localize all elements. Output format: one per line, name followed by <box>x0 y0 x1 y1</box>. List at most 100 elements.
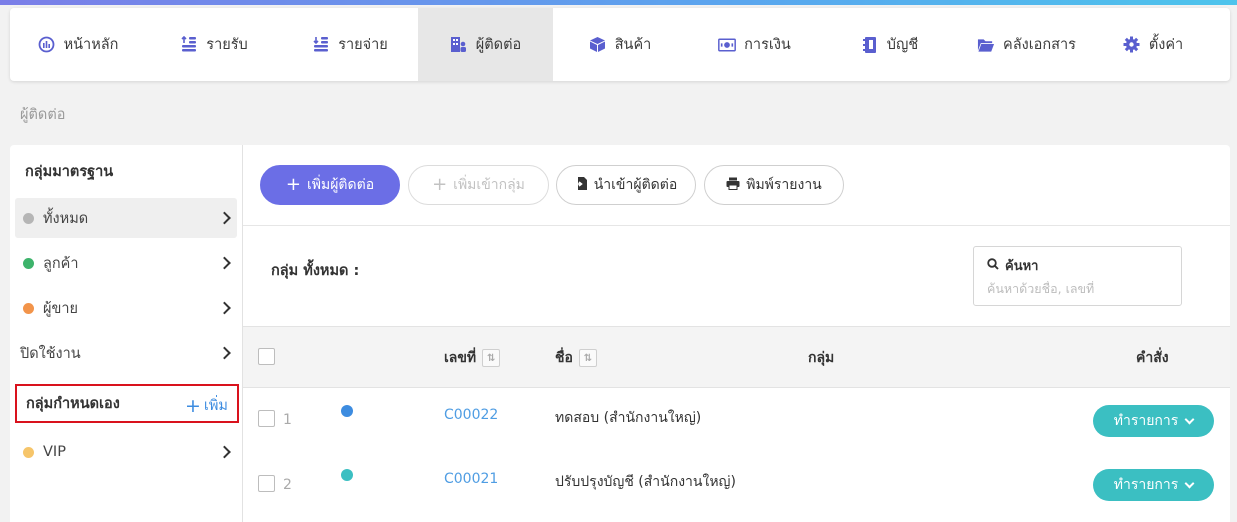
nav-item-settings[interactable]: ตั้งค่า <box>1096 8 1210 81</box>
sidebar-item-label: ทั้งหมด <box>43 210 89 227</box>
add-contact-button[interactable]: + เพิ่มผู้ติดต่อ <box>260 165 400 205</box>
ledger-icon <box>861 36 879 54</box>
nav-item-income[interactable]: รายรับ <box>146 8 282 81</box>
nav-label-contacts: ผู้ติดต่อ <box>475 37 522 53</box>
table-row: 1 C00022 ทดสอบ (สำนักงานใหญ่) ทำรายการ <box>243 388 1230 452</box>
sort-icon[interactable]: ⇅ <box>578 349 597 367</box>
row-checkbox[interactable] <box>258 475 275 492</box>
sidebar-item-all[interactable]: ทั้งหมด <box>15 198 237 238</box>
row-group-dot <box>341 469 353 481</box>
plus-icon: + <box>432 174 448 195</box>
nav-label-accounting: บัญชี <box>886 37 919 53</box>
chevron-right-icon <box>218 346 231 360</box>
printer-icon <box>726 177 740 194</box>
dashboard-icon <box>38 36 56 53</box>
sidebar-item-label: ลูกค้า <box>43 255 79 272</box>
group-color-dot <box>23 257 34 269</box>
group-color-dot <box>23 302 34 314</box>
import-contacts-button[interactable]: นำเข้าผู้ติดต่อ <box>556 165 696 205</box>
column-header-number[interactable]: เลขที่ ⇅ <box>444 347 501 369</box>
group-color-dot <box>23 212 34 224</box>
contacts-panel: + เพิ่มผู้ติดต่อ + เพิ่มเข้ากลุ่ม นำเข้า… <box>243 145 1230 522</box>
nav-label-products: สินค้า <box>614 37 652 53</box>
add-custom-group-label: เพิ่ม <box>203 398 228 414</box>
chevron-right-icon <box>218 301 231 315</box>
sidebar-item-vip[interactable]: VIP <box>15 432 237 472</box>
sidebar-item-vendors[interactable]: ผู้ขาย <box>15 288 237 328</box>
search-label-row: ค้นหา <box>987 255 1168 276</box>
search-input[interactable] <box>987 281 1167 296</box>
money-icon <box>718 37 737 53</box>
table-header: เลขที่ ⇅ ชื่อ ⇅ กลุ่ม คำสั่ง <box>243 326 1230 388</box>
print-report-label: พิมพ์รายงาน <box>746 177 822 193</box>
top-accent-bar <box>0 0 1237 5</box>
nav-label-expense: รายจ่าย <box>338 37 388 53</box>
chevron-down-icon <box>1184 414 1195 424</box>
column-label: กลุ่ม <box>808 350 835 366</box>
group-color-dot <box>23 446 34 458</box>
nav-label-home: หน้าหลัก <box>63 37 119 53</box>
main-nav: หน้าหลัก รายรับ รายจ่าย ผู้ติดต่อ สินค้า… <box>10 8 1230 81</box>
column-label: ชื่อ <box>555 350 573 366</box>
current-group-heading: กลุ่ม ทั้งหมด : <box>271 263 360 279</box>
nav-item-products[interactable]: สินค้า <box>553 8 687 81</box>
import-icon <box>574 176 588 195</box>
contact-code-link[interactable]: C00021 <box>444 471 498 487</box>
custom-groups-title: กลุ่มกำหนดเอง <box>26 396 120 412</box>
chevron-right-icon <box>218 211 231 225</box>
expense-icon <box>312 36 330 54</box>
nav-item-finance[interactable]: การเงิน <box>687 8 822 81</box>
chevron-right-icon <box>218 256 231 270</box>
sidebar-item-label: VIP <box>43 444 66 460</box>
nav-item-accounting[interactable]: บัญชี <box>822 8 957 81</box>
sort-icon[interactable]: ⇅ <box>482 349 501 367</box>
row-index: 1 <box>283 412 292 428</box>
nav-label-documents: คลังเอกสาร <box>1003 37 1076 53</box>
custom-groups-header: กลุ่มกำหนดเอง + เพิ่ม <box>15 384 239 423</box>
breadcrumb: ผู้ติดต่อ <box>20 107 66 123</box>
add-to-group-label: เพิ่มเข้ากลุ่ม <box>453 177 525 193</box>
print-report-button[interactable]: พิมพ์รายงาน <box>704 165 844 205</box>
box-icon <box>589 36 607 53</box>
add-contact-label: เพิ่มผู้ติดต่อ <box>306 177 375 193</box>
row-action-button[interactable]: ทำรายการ <box>1093 405 1214 437</box>
table-row: 2 C00021 ปรับปรุงบัญชี (สำนักงานใหญ่) ทำ… <box>243 452 1230 516</box>
plus-icon: + <box>285 174 301 195</box>
add-custom-group-button[interactable]: + เพิ่ม <box>185 394 228 417</box>
plus-icon: + <box>185 394 201 417</box>
column-header-name[interactable]: ชื่อ ⇅ <box>555 347 597 369</box>
contact-name: ทดสอบ (สำนักงานใหญ่) <box>555 410 702 426</box>
row-action-button[interactable]: ทำรายการ <box>1093 469 1214 501</box>
sidebar-item-label: ผู้ขาย <box>43 300 79 317</box>
column-header-group: กลุ่ม <box>808 347 834 369</box>
add-to-group-button[interactable]: + เพิ่มเข้ากลุ่ม <box>408 165 549 205</box>
gear-icon <box>1123 36 1141 53</box>
nav-item-contacts[interactable]: ผู้ติดต่อ <box>418 8 553 81</box>
contact-name: ปรับปรุงบัญชี (สำนักงานใหญ่) <box>555 474 736 490</box>
folder-icon <box>977 37 995 53</box>
select-all-checkbox[interactable] <box>258 348 275 365</box>
nav-label-finance: การเงิน <box>744 37 791 53</box>
standard-groups-title: กลุ่มมาตรฐาน <box>25 164 114 180</box>
row-action-label: ทำรายการ <box>1113 477 1179 493</box>
nav-item-home[interactable]: หน้าหลัก <box>10 8 146 81</box>
contacts-building-icon <box>450 36 468 53</box>
nav-label-settings: ตั้งค่า <box>1148 37 1184 53</box>
column-label: คำสั่ง <box>1136 350 1169 366</box>
sidebar-item-disabled[interactable]: ปิดใช้งาน <box>15 333 237 373</box>
nav-item-documents[interactable]: คลังเอกสาร <box>957 8 1096 81</box>
row-group-dot <box>341 405 353 417</box>
chevron-down-icon <box>1184 478 1195 488</box>
contact-code-link[interactable]: C00022 <box>444 407 498 423</box>
row-action-label: ทำรายการ <box>1113 413 1179 429</box>
search-label: ค้นหา <box>1005 259 1039 274</box>
sidebar-item-label: ปิดใช้งาน <box>20 345 81 362</box>
nav-item-expense[interactable]: รายจ่าย <box>282 8 418 81</box>
sidebar-item-customers[interactable]: ลูกค้า <box>15 243 237 283</box>
column-header-command: คำสั่ง <box>1136 347 1169 369</box>
group-sidebar: กลุ่มมาตรฐาน ทั้งหมด ลูกค้า ผู้ขาย ปิดใช… <box>10 145 243 522</box>
search-icon <box>987 257 999 274</box>
chevron-right-icon <box>218 445 231 459</box>
row-checkbox[interactable] <box>258 410 275 427</box>
row-index: 2 <box>283 477 292 493</box>
